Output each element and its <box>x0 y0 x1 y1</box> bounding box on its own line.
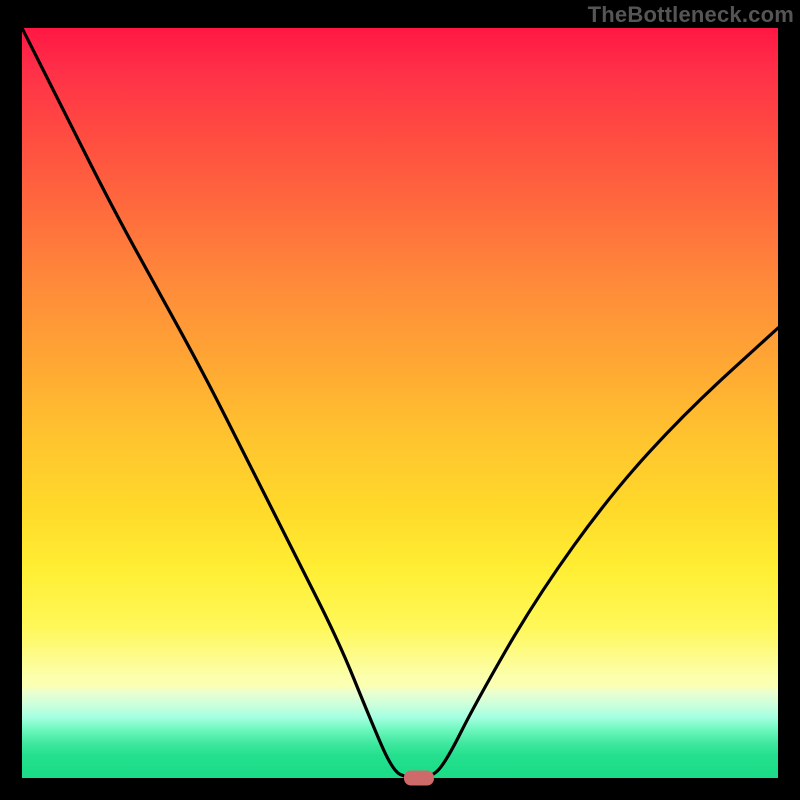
optimal-marker <box>404 771 434 786</box>
watermark-text: TheBottleneck.com <box>588 2 794 28</box>
chart-frame: TheBottleneck.com <box>0 0 800 800</box>
bottleneck-curve <box>22 28 778 778</box>
curve-path <box>22 28 778 778</box>
plot-area <box>22 28 778 778</box>
